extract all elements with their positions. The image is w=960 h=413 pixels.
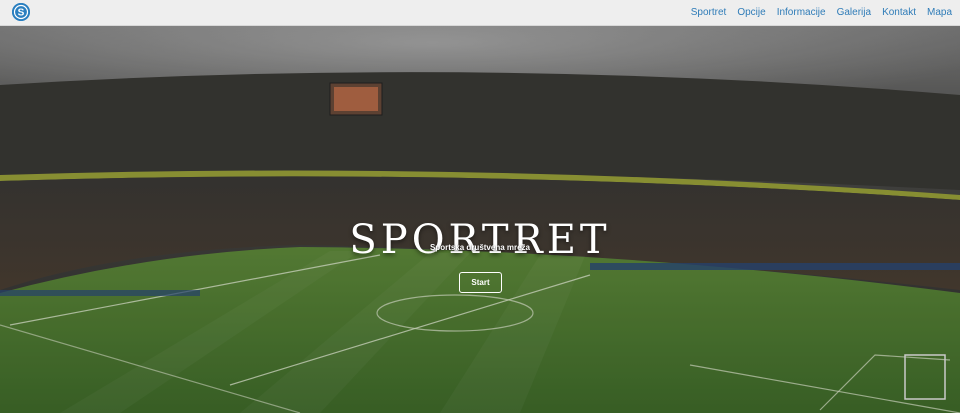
hero-subtitle: Sportska društvena mreža <box>429 243 531 252</box>
nav-link-opcije[interactable]: Opcije <box>732 7 771 18</box>
nav-link-mapa[interactable]: Mapa <box>921 7 952 18</box>
main-nav: Sportret Opcije Informacije Galerija Kon… <box>685 0 952 25</box>
hero-section: SPORTRET Sportska društvena mreža Start <box>0 25 960 413</box>
top-navbar: S Sportret Opcije Informacije Galerija K… <box>0 0 960 26</box>
sportret-logo-icon[interactable]: S <box>12 3 30 21</box>
start-button[interactable]: Start <box>459 272 502 293</box>
nav-link-sportret[interactable]: Sportret <box>685 7 732 18</box>
logo-s-glyph: S <box>12 3 30 21</box>
nav-link-galerija[interactable]: Galerija <box>831 7 876 18</box>
hero-title: SPORTRET <box>349 216 611 263</box>
nav-link-kontakt[interactable]: Kontakt <box>877 7 922 18</box>
svg-text:S: S <box>18 8 25 19</box>
nav-link-informacije[interactable]: Informacije <box>771 7 831 18</box>
